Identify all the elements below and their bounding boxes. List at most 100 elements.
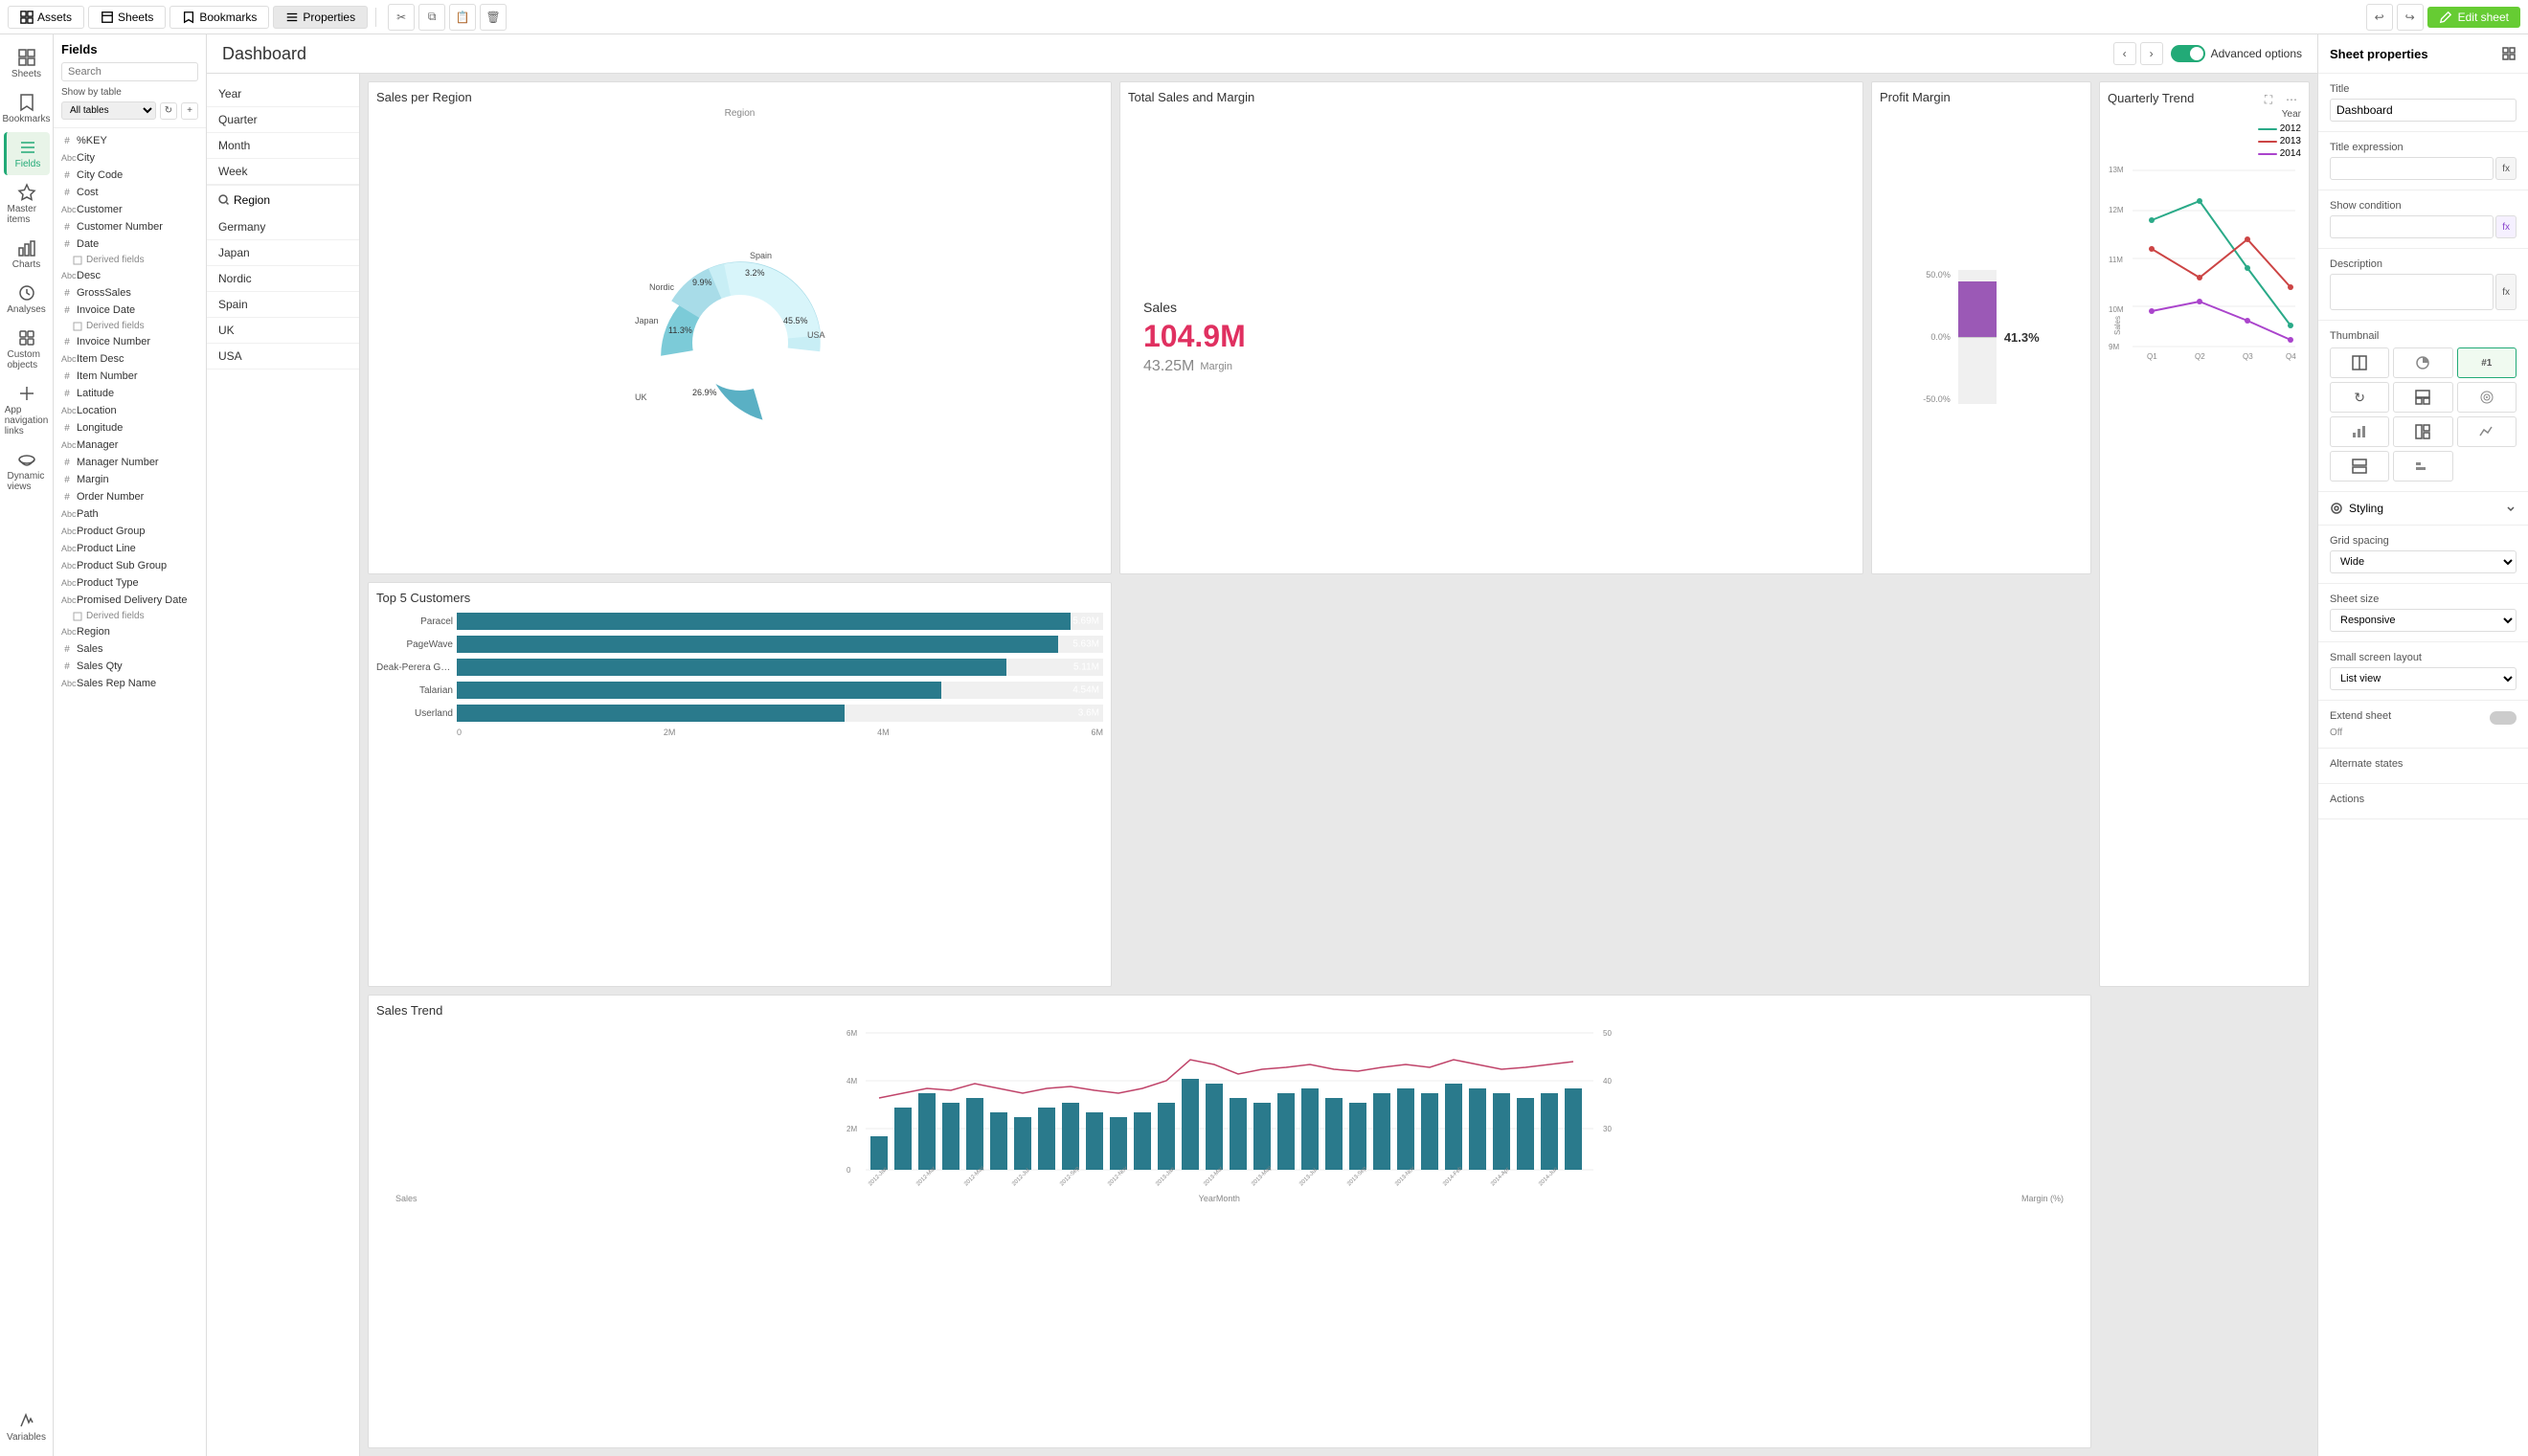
field-product-sub-group[interactable]: AbcProduct Sub Group (54, 557, 206, 574)
styling-header[interactable]: Styling (2318, 492, 2528, 526)
thumb-layout3[interactable] (2393, 416, 2452, 447)
show-condition-input[interactable] (2330, 215, 2494, 238)
svg-text:45.5%: 45.5% (783, 316, 808, 325)
field-item-number[interactable]: #Item Number (54, 368, 206, 385)
field-location[interactable]: AbcLocation (54, 402, 206, 419)
sidebar-item-fields[interactable]: Fields (4, 132, 50, 175)
field-city[interactable]: AbcCity (54, 149, 206, 167)
thumb-number[interactable]: #1 (2457, 347, 2517, 378)
thumb-line[interactable] (2457, 416, 2517, 447)
filter-month[interactable]: Month (207, 133, 359, 159)
field-sales[interactable]: #Sales (54, 640, 206, 658)
svg-text:30: 30 (1603, 1125, 1612, 1133)
field-manager-number[interactable]: #Manager Number (54, 454, 206, 471)
description-input[interactable] (2330, 274, 2494, 310)
field-order-number[interactable]: #Order Number (54, 488, 206, 505)
title-expression-input[interactable] (2330, 157, 2494, 180)
field-promised-delivery[interactable]: AbcPromised Delivery Date (54, 592, 206, 609)
field-product-group[interactable]: AbcProduct Group (54, 523, 206, 540)
field-longitude[interactable]: #Longitude (54, 419, 206, 437)
sidebar-item-master-items[interactable]: Master items (4, 177, 50, 231)
thumb-pie[interactable] (2393, 347, 2452, 378)
sidebar-item-dynamic-views[interactable]: Dynamic views (4, 444, 50, 498)
field-margin[interactable]: #Margin (54, 471, 206, 488)
delete-btn[interactable]: 🗑 (480, 4, 507, 31)
table-add-btn[interactable]: + (181, 102, 198, 120)
expand-btn[interactable]: ⛶ (2259, 90, 2278, 109)
field-desc[interactable]: AbcDesc (54, 267, 206, 284)
thumb-layout2[interactable] (2393, 382, 2452, 413)
svg-text:Q1: Q1 (2147, 352, 2157, 361)
tab-bookmarks[interactable]: Bookmarks (169, 6, 269, 29)
tab-assets[interactable]: Assets (8, 6, 84, 29)
field-product-line[interactable]: AbcProduct Line (54, 540, 206, 557)
thumb-bar2[interactable] (2393, 451, 2452, 482)
more-btn[interactable]: ⋯ (2282, 90, 2301, 109)
filter-spain[interactable]: Spain (207, 292, 359, 318)
tab-sheets[interactable]: Sheets (88, 6, 166, 29)
filter-week[interactable]: Week (207, 159, 359, 185)
field-cost[interactable]: #Cost (54, 184, 206, 201)
title-input[interactable] (2330, 99, 2517, 122)
sidebar-item-bookmarks[interactable]: Bookmarks (4, 87, 50, 130)
field-path[interactable]: AbcPath (54, 505, 206, 523)
donut-chart: 45.5% 26.9% 11.3% 9.9% 3.2% USA UK Japan… (376, 119, 1103, 566)
filter-germany[interactable]: Germany (207, 214, 359, 240)
redo-btn[interactable]: ↪ (2397, 4, 2424, 31)
field-latitude[interactable]: #Latitude (54, 385, 206, 402)
tab-properties[interactable]: Properties (273, 6, 368, 29)
edit-sheet-button[interactable]: Edit sheet (2427, 7, 2520, 28)
sheet-size-select[interactable]: Responsive Fixed (2330, 609, 2517, 632)
title-expression-fx-btn[interactable]: fx (2495, 157, 2517, 180)
field-manager[interactable]: AbcManager (54, 437, 206, 454)
show-condition-fx-btn[interactable]: fx (2495, 215, 2517, 238)
small-screen-select[interactable]: List view Grid view (2330, 667, 2517, 690)
description-input-row: fx (2330, 274, 2517, 310)
copy-btn[interactable]: ⧉ (418, 4, 445, 31)
table-refresh-btn[interactable]: ↻ (160, 102, 177, 120)
extend-sheet-toggle[interactable] (2490, 711, 2517, 725)
fields-search-input[interactable] (61, 62, 198, 81)
field-product-type[interactable]: AbcProduct Type (54, 574, 206, 592)
field-grosssales[interactable]: #GrossSales (54, 284, 206, 302)
field-key[interactable]: #%KEY (54, 132, 206, 149)
description-fx-btn[interactable]: fx (2495, 274, 2517, 310)
sidebar-item-analyses[interactable]: Analyses (4, 278, 50, 321)
filter-japan[interactable]: Japan (207, 240, 359, 266)
field-customer[interactable]: AbcCustomer (54, 201, 206, 218)
nav-prev-btn[interactable]: ‹ (2113, 42, 2136, 65)
grid-spacing-select[interactable]: Wide Medium Narrow (2330, 550, 2517, 573)
nav-next-btn[interactable]: › (2140, 42, 2163, 65)
sidebar-item-custom-objects[interactable]: Custom objects (4, 323, 50, 376)
thumb-layout[interactable] (2330, 347, 2389, 378)
thumb-target[interactable] (2457, 382, 2517, 413)
dashboard-nav: ‹ › (2113, 42, 2163, 65)
thumb-refresh[interactable]: ↻ (2330, 382, 2389, 413)
sidebar-item-variables[interactable]: Variables (4, 1405, 50, 1448)
thumb-layout4[interactable] (2330, 451, 2389, 482)
field-sales-qty[interactable]: #Sales Qty (54, 658, 206, 675)
field-invoice-date[interactable]: #Invoice Date (54, 302, 206, 319)
field-customer-number[interactable]: #Customer Number (54, 218, 206, 235)
cut-btn[interactable]: ✂ (388, 4, 415, 31)
field-city-code[interactable]: #City Code (54, 167, 206, 184)
filter-nordic[interactable]: Nordic (207, 266, 359, 292)
filter-uk[interactable]: UK (207, 318, 359, 344)
advanced-options-toggle[interactable] (2171, 45, 2205, 62)
filter-quarter[interactable]: Quarter (207, 107, 359, 133)
field-item-desc[interactable]: AbcItem Desc (54, 350, 206, 368)
field-date[interactable]: #Date (54, 235, 206, 253)
table-select[interactable]: All tables (61, 101, 156, 120)
paste-btn[interactable]: 📋 (449, 4, 476, 31)
thumb-bar[interactable] (2330, 416, 2389, 447)
sidebar-item-sheets[interactable]: Sheets (4, 42, 50, 85)
field-region[interactable]: AbcRegion (54, 623, 206, 640)
field-sales-rep-name[interactable]: AbcSales Rep Name (54, 675, 206, 692)
sidebar-item-app-nav[interactable]: App navigation links (4, 378, 50, 442)
sidebar-item-charts[interactable]: Charts (4, 233, 50, 276)
field-invoice-number[interactable]: #Invoice Number (54, 333, 206, 350)
filter-usa[interactable]: USA (207, 344, 359, 370)
filter-year[interactable]: Year (207, 81, 359, 107)
undo-btn[interactable]: ↩ (2366, 4, 2393, 31)
donut-svg: 45.5% 26.9% 11.3% 9.9% 3.2% USA UK Japan… (635, 237, 846, 448)
